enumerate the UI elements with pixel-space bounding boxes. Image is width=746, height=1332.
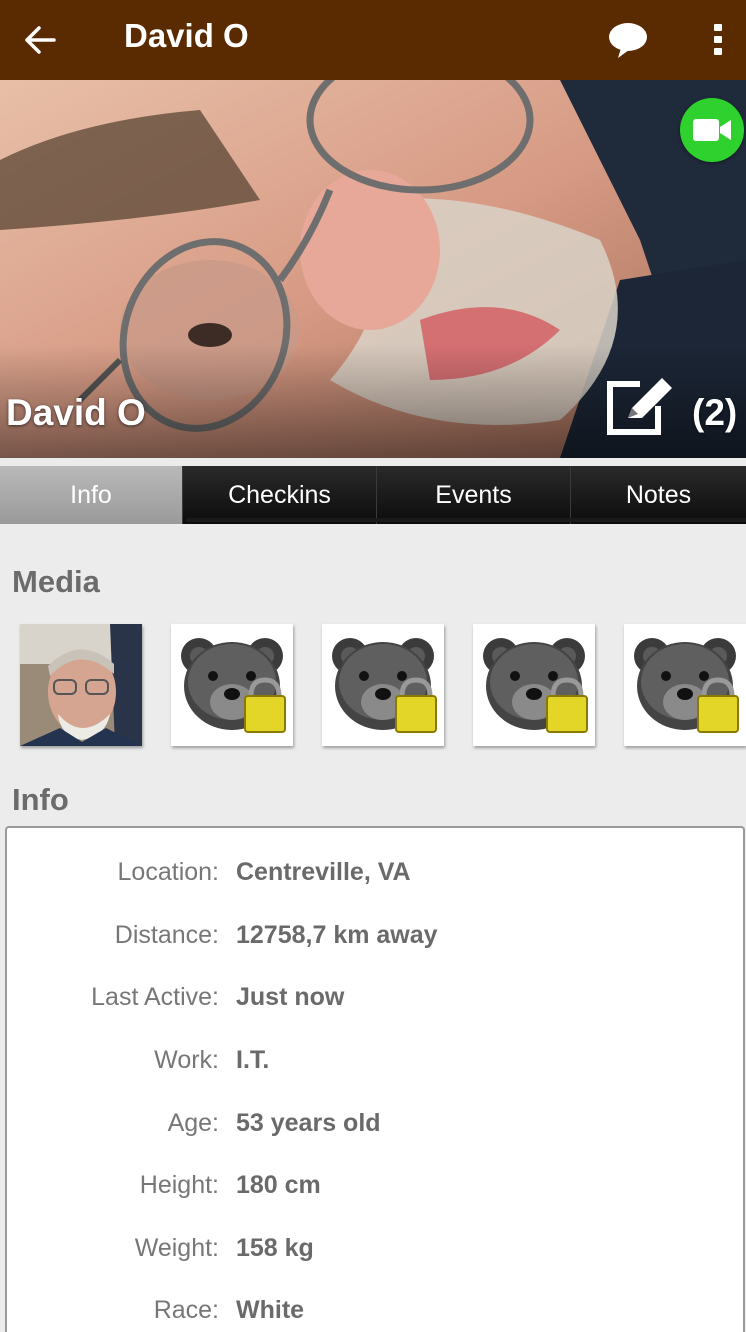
info-label: Location: [117, 858, 219, 886]
media-section-title: Media [12, 564, 100, 599]
info-value: I.T. [236, 1046, 270, 1074]
info-row-distance: Distance: 12758,7 km away [7, 915, 743, 955]
info-label: Race: [153, 1296, 219, 1324]
profile-tabs: Info Checkins Events Notes [0, 466, 746, 524]
info-value: Centreville, VA [236, 858, 411, 886]
more-options-button[interactable] [700, 14, 736, 66]
edit-note-icon [607, 378, 672, 435]
info-label: Height: [139, 1171, 219, 1199]
info-label: Age: [167, 1109, 219, 1137]
info-value: White [236, 1296, 305, 1324]
more-vertical-icon [714, 24, 722, 55]
back-button[interactable] [14, 14, 66, 66]
arrow-left-icon [25, 26, 56, 54]
info-value: Just now [236, 983, 345, 1011]
locked-bear-icon [483, 638, 588, 733]
info-value: 12758,7 km away [236, 921, 438, 949]
tab-info[interactable]: Info [0, 466, 182, 524]
info-value: 180 cm [236, 1171, 321, 1199]
page-title: David O [124, 17, 249, 54]
edit-note-button[interactable] [604, 376, 674, 438]
video-camera-icon [693, 119, 731, 141]
locked-bear-icon [332, 638, 437, 733]
info-value: 158 kg [236, 1234, 314, 1262]
info-row-age: Age: 53 years old [7, 1103, 743, 1143]
locked-bear-icon [634, 638, 739, 733]
media-photo-thumb[interactable] [20, 624, 142, 746]
info-row-work: Work: I.T. [7, 1040, 743, 1080]
info-row-height: Height: 180 cm [7, 1165, 743, 1205]
info-row-location: Location: Centreville, VA [7, 852, 743, 892]
info-section-title: Info [12, 782, 69, 817]
info-row-weight: Weight: 158 kg [7, 1228, 743, 1268]
info-label: Distance: [114, 921, 219, 949]
info-row-last-active: Last Active: Just now [7, 977, 743, 1017]
tab-checkins[interactable]: Checkins [182, 466, 376, 524]
profile-name: David O [6, 392, 146, 433]
locked-bear-icon [181, 638, 286, 733]
media-locked-thumb[interactable] [624, 624, 746, 746]
chat-button[interactable] [600, 14, 656, 66]
speech-bubble-icon [609, 23, 647, 58]
info-row-race: Race: White [7, 1290, 743, 1330]
info-label: Work: [154, 1046, 219, 1074]
app-bar: David O [0, 0, 746, 80]
tab-notes[interactable]: Notes [570, 466, 746, 524]
media-locked-thumb[interactable] [473, 624, 595, 746]
info-panel: Location: Centreville, VA Distance: 1275… [5, 826, 745, 1332]
info-value: 53 years old [236, 1109, 381, 1137]
video-call-button[interactable] [680, 98, 744, 162]
info-label: Last Active: [91, 983, 219, 1011]
notes-count: (2) [692, 392, 738, 433]
info-label: Weight: [134, 1234, 219, 1262]
tab-events[interactable]: Events [376, 466, 570, 524]
tab-divider [186, 518, 746, 522]
media-locked-thumb[interactable] [322, 624, 444, 746]
media-locked-thumb[interactable] [171, 624, 293, 746]
media-row [0, 622, 746, 752]
